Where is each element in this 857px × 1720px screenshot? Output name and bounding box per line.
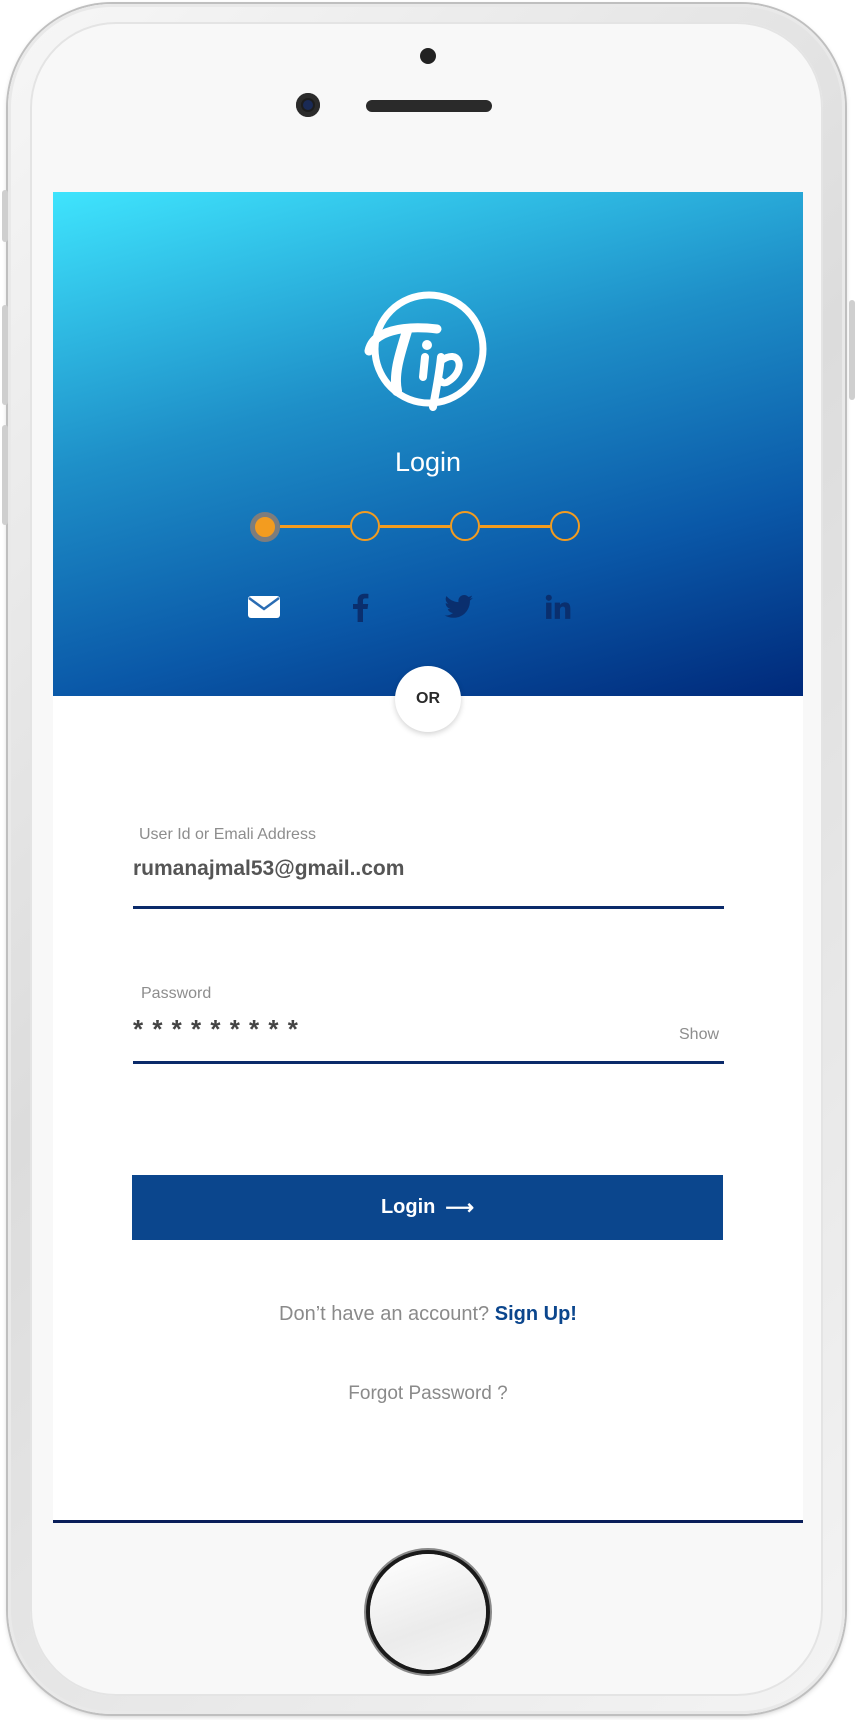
user-id-underline bbox=[133, 906, 724, 909]
login-button-label: Login bbox=[380, 1196, 436, 1218]
or-divider-badge: OR bbox=[395, 666, 461, 732]
facebook-icon bbox=[353, 593, 369, 622]
forgot-password-link[interactable]: Forgot Password ? bbox=[53, 1383, 803, 1405]
volume-down-button bbox=[2, 425, 8, 525]
login-button[interactable]: Login ⟶ bbox=[132, 1175, 723, 1240]
signup-link[interactable]: Sign Up! bbox=[495, 1303, 577, 1325]
signup-prompt-text: Don’t have an account? bbox=[279, 1303, 490, 1325]
tip-logo bbox=[364, 291, 487, 411]
step-3 bbox=[450, 511, 480, 541]
signup-prompt: Don’t have an account? Sign Up! bbox=[53, 1303, 803, 1326]
step-connector bbox=[380, 525, 450, 528]
step-2 bbox=[350, 511, 380, 541]
password-input[interactable] bbox=[133, 1012, 653, 1046]
password-underline bbox=[133, 1061, 724, 1064]
app-screen: Login OR User Id or Emali Address rumana… bbox=[53, 192, 803, 1523]
volume-up-button bbox=[2, 305, 8, 405]
mute-switch bbox=[2, 190, 8, 242]
linkedin-login-button[interactable] bbox=[538, 587, 578, 627]
envelope-icon bbox=[248, 596, 280, 618]
step-1-active bbox=[250, 512, 280, 542]
linkedin-icon bbox=[545, 594, 571, 619]
user-id-input[interactable] bbox=[133, 854, 723, 884]
proximity-sensor bbox=[420, 48, 436, 64]
user-id-label: User Id or Emali Address bbox=[139, 826, 316, 843]
page-title: Login bbox=[394, 447, 462, 477]
earpiece-speaker bbox=[366, 100, 492, 112]
step-4 bbox=[550, 511, 580, 541]
home-button[interactable] bbox=[370, 1554, 486, 1670]
progress-stepper bbox=[250, 511, 610, 542]
show-password-toggle[interactable]: Show bbox=[679, 1026, 719, 1044]
arrow-right-icon: ⟶ bbox=[445, 1197, 475, 1219]
login-header: Login bbox=[53, 192, 803, 696]
email-login-button[interactable] bbox=[244, 587, 284, 627]
step-connector bbox=[280, 525, 350, 528]
twitter-icon bbox=[444, 595, 473, 618]
screen-bottom-border bbox=[53, 1520, 803, 1523]
front-camera bbox=[296, 93, 320, 117]
facebook-login-button[interactable] bbox=[340, 587, 380, 627]
twitter-login-button[interactable] bbox=[439, 587, 479, 627]
step-connector bbox=[480, 525, 550, 528]
password-label: Password bbox=[141, 985, 212, 1002]
power-button bbox=[849, 300, 855, 400]
